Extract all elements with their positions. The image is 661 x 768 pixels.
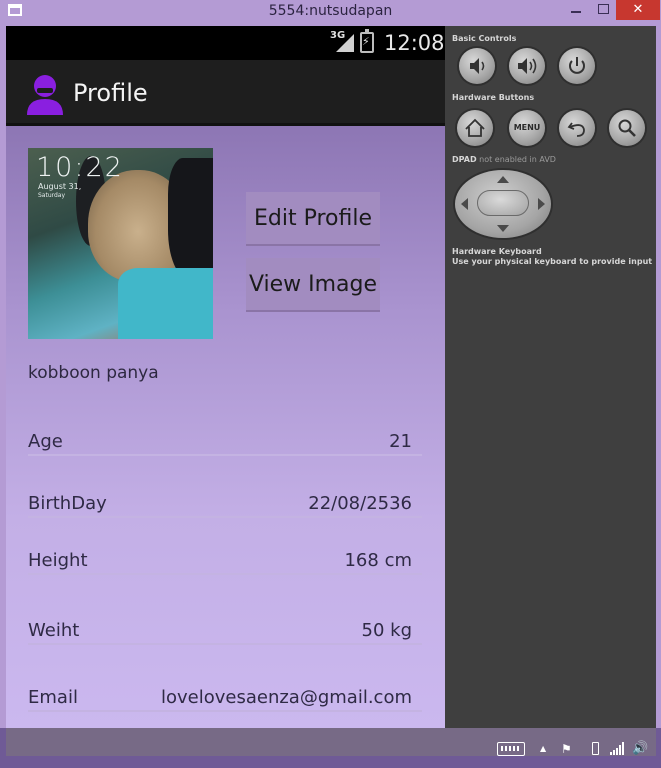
- dpad-center-button[interactable]: [477, 190, 529, 216]
- field-label: Weiht: [28, 620, 80, 641]
- profile-name: kobboon panya: [28, 363, 159, 383]
- profile-photo[interactable]: 10:22 August 31, Saturday: [28, 148, 213, 339]
- dpad-right-icon: [538, 198, 545, 210]
- window-titlebar: 5554:nutsudapan ✕: [0, 0, 661, 26]
- emulator-screen: 3G 12:08 Profile 10:22 August 31, Saturd…: [6, 26, 445, 728]
- field-value: 21: [389, 431, 412, 452]
- field-row-email: Email lovelovesaenza@gmail.com: [28, 678, 422, 712]
- field-value: 22/08/2536: [308, 493, 412, 514]
- photo-date-text: August 31,: [38, 182, 82, 191]
- close-button[interactable]: ✕: [616, 0, 660, 20]
- menu-button[interactable]: MENU: [509, 110, 545, 146]
- home-button[interactable]: [457, 110, 493, 146]
- dpad-left-icon: [461, 198, 468, 210]
- basic-controls-title: Basic Controls: [452, 34, 517, 43]
- photo-hair-right: [168, 158, 213, 278]
- photo-clock-text: 10:22: [36, 152, 124, 183]
- dpad-label: DPAD: [452, 155, 477, 164]
- dpad-note: not enabled in AVD: [476, 155, 556, 164]
- dpad-status: DPAD not enabled in AVD: [452, 155, 556, 164]
- flag-icon[interactable]: ⚑: [561, 742, 572, 756]
- volume-down-icon: [470, 58, 485, 74]
- field-label: BirthDay: [28, 493, 107, 514]
- hardware-buttons-title: Hardware Buttons: [452, 93, 535, 102]
- field-value: 50 kg: [361, 620, 412, 641]
- volume-up-icon: [518, 58, 537, 74]
- field-row-weight: Weiht 50 kg: [28, 611, 422, 645]
- field-row-birthday: BirthDay 22/08/2536: [28, 484, 422, 518]
- field-label: Age: [28, 431, 63, 452]
- volume-up-button[interactable]: [509, 48, 545, 84]
- page-title: Profile: [73, 79, 148, 107]
- edit-profile-button[interactable]: Edit Profile: [246, 192, 380, 246]
- field-value: lovelovesaenza@gmail.com: [160, 687, 412, 708]
- photo-day-text: Saturday: [38, 192, 66, 199]
- hardware-keyboard-note: Use your physical keyboard to provide in…: [452, 257, 653, 266]
- minimize-button[interactable]: [562, 0, 590, 20]
- window-frame-right: [656, 26, 661, 728]
- window-bottom-frame: [6, 728, 656, 756]
- view-image-button[interactable]: View Image: [246, 258, 380, 312]
- power-button[interactable]: [559, 48, 595, 84]
- person-avatar-icon[interactable]: [25, 73, 65, 115]
- speaker-icon[interactable]: 🔊: [632, 742, 648, 756]
- hardware-keyboard-title: Hardware Keyboard: [452, 247, 542, 256]
- status-time: 12:08: [384, 31, 445, 55]
- keyboard-icon[interactable]: [497, 742, 525, 756]
- status-bar: 3G 12:08: [6, 26, 445, 60]
- signal-icon: [336, 34, 354, 52]
- field-row-age: Age 21: [28, 422, 422, 456]
- power-icon: [569, 57, 585, 74]
- volume-down-button[interactable]: [459, 48, 495, 84]
- field-label: Email: [28, 687, 78, 708]
- home-icon: [465, 118, 485, 137]
- dpad-up-icon: [497, 176, 509, 183]
- back-button[interactable]: [559, 110, 595, 146]
- profile-content: 10:22 August 31, Saturday Edit Profile V…: [6, 126, 445, 728]
- search-button[interactable]: [609, 110, 645, 146]
- battery-icon: [360, 29, 374, 53]
- field-value: 168 cm: [344, 550, 412, 571]
- action-bar: Profile: [6, 60, 445, 126]
- photo-shirt: [118, 268, 213, 339]
- dpad-down-icon: [497, 225, 509, 232]
- search-icon: [618, 119, 636, 137]
- field-row-height: Height 168 cm: [28, 541, 422, 575]
- device-icon[interactable]: [592, 742, 599, 755]
- dpad-control[interactable]: [455, 170, 551, 238]
- show-hidden-icons-icon[interactable]: ▲: [540, 742, 546, 756]
- back-icon: [567, 122, 585, 137]
- maximize-button[interactable]: [590, 0, 616, 20]
- field-label: Height: [28, 550, 88, 571]
- network-signal-icon[interactable]: [610, 742, 626, 755]
- emulator-controls-panel: Basic Controls Hardware Buttons MENU DPA…: [445, 26, 656, 728]
